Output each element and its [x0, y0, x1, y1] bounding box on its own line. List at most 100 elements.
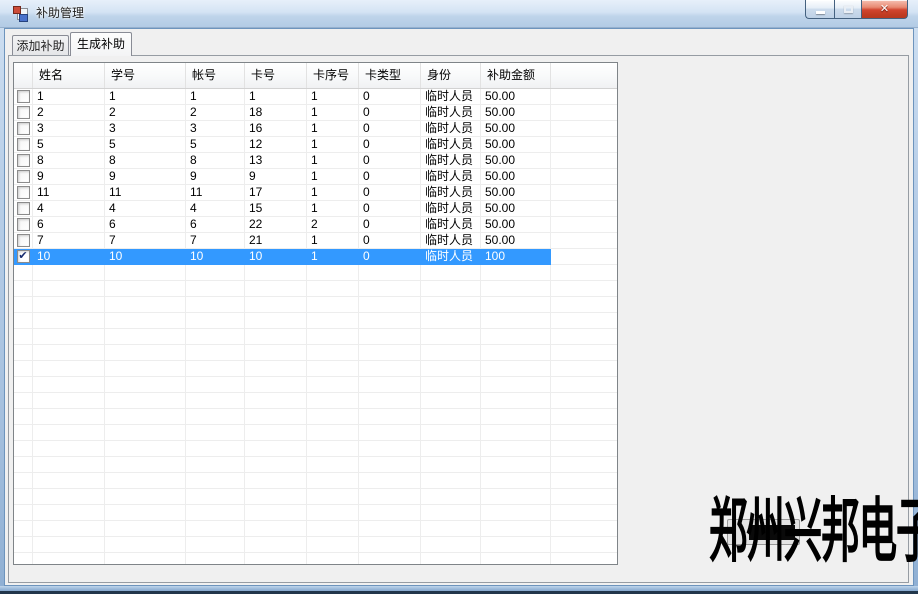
table-cell: 0	[359, 153, 421, 169]
table-row[interactable]: 4441510临时人员50.00	[14, 201, 617, 217]
table-row[interactable]: 3331610临时人员50.00	[14, 121, 617, 137]
row-checkbox[interactable]	[17, 186, 30, 199]
table-row[interactable]: 5551210临时人员50.00	[14, 137, 617, 153]
column-header[interactable]: 补助金额	[481, 63, 551, 88]
empty-cell	[33, 425, 105, 441]
empty-cell	[245, 393, 307, 409]
table-cell: 0	[359, 217, 421, 233]
cell-filler	[551, 393, 617, 409]
table-cell: 临时人员	[421, 217, 481, 233]
column-header[interactable]: 帐号	[186, 63, 245, 88]
empty-cell	[186, 457, 245, 473]
row-checkbox[interactable]	[17, 138, 30, 151]
row-select-cell[interactable]	[14, 169, 33, 185]
empty-cell	[33, 281, 105, 297]
empty-cell	[14, 281, 33, 297]
table-row[interactable]: 7772110临时人员50.00	[14, 233, 617, 249]
empty-cell	[33, 553, 105, 565]
row-checkbox[interactable]	[17, 218, 30, 231]
row-select-cell[interactable]	[14, 217, 33, 233]
cell-filler	[551, 489, 617, 505]
table-cell: 0	[359, 185, 421, 201]
table-cell: 临时人员	[421, 169, 481, 185]
row-checkbox[interactable]	[17, 154, 30, 167]
empty-cell	[245, 409, 307, 425]
empty-cell	[359, 473, 421, 489]
table-cell: 5	[186, 137, 245, 153]
empty-row	[14, 281, 617, 297]
table-row[interactable]: ✔1010101010临时人员100	[14, 249, 617, 265]
table-row[interactable]: 1111111710临时人员50.00	[14, 185, 617, 201]
table-row[interactable]: 111110临时人员50.00	[14, 89, 617, 105]
minimize-button[interactable]	[805, 0, 834, 19]
empty-cell	[421, 377, 481, 393]
row-select-cell[interactable]	[14, 233, 33, 249]
empty-cell	[481, 489, 551, 505]
row-checkbox[interactable]: ✔	[17, 250, 30, 263]
table-row[interactable]: 8881310临时人员50.00	[14, 153, 617, 169]
table-row[interactable]: 6662220临时人员50.00	[14, 217, 617, 233]
empty-cell	[33, 345, 105, 361]
empty-cell	[186, 409, 245, 425]
row-checkbox[interactable]	[17, 122, 30, 135]
row-select-cell[interactable]	[14, 105, 33, 121]
empty-cell	[481, 409, 551, 425]
table-cell: 21	[245, 233, 307, 249]
column-header[interactable]: 身份	[421, 63, 481, 88]
empty-cell	[481, 361, 551, 377]
empty-cell	[14, 521, 33, 537]
empty-cell	[245, 537, 307, 553]
column-header[interactable]: 姓名	[33, 63, 105, 88]
empty-cell	[105, 361, 186, 377]
row-select-cell[interactable]	[14, 121, 33, 137]
cell-filler	[551, 553, 617, 565]
column-header[interactable]: 学号	[105, 63, 186, 88]
cell-filler	[551, 121, 617, 137]
table-cell: 1	[307, 249, 359, 265]
row-select-cell[interactable]	[14, 201, 33, 217]
empty-cell	[186, 393, 245, 409]
row-select-cell[interactable]	[14, 185, 33, 201]
row-select-cell[interactable]: ✔	[14, 249, 33, 265]
row-checkbox[interactable]	[17, 202, 30, 215]
column-header[interactable]: 卡序号	[307, 63, 359, 88]
empty-cell	[186, 473, 245, 489]
row-select-cell[interactable]	[14, 137, 33, 153]
table-cell: 临时人员	[421, 105, 481, 121]
tab-generate-subsidy[interactable]: 生成补助	[70, 32, 132, 56]
row-checkbox[interactable]	[17, 234, 30, 247]
row-checkbox[interactable]	[17, 170, 30, 183]
empty-cell	[105, 489, 186, 505]
table-cell: 50.00	[481, 89, 551, 105]
column-header[interactable]: 卡号	[245, 63, 307, 88]
empty-cell	[359, 281, 421, 297]
close-button[interactable]: ✕	[861, 0, 908, 19]
row-checkbox[interactable]	[17, 106, 30, 119]
empty-row	[14, 409, 617, 425]
row-select-cell[interactable]	[14, 89, 33, 105]
table-row[interactable]: 999910临时人员50.00	[14, 169, 617, 185]
tab-add-subsidy[interactable]: 添加补助	[12, 35, 69, 55]
empty-cell	[481, 441, 551, 457]
empty-cell	[359, 489, 421, 505]
empty-cell	[359, 393, 421, 409]
column-header[interactable]: 卡类型	[359, 63, 421, 88]
cell-filler	[551, 249, 617, 265]
table-cell: 5	[105, 137, 186, 153]
empty-cell	[105, 297, 186, 313]
table-cell: 8	[186, 153, 245, 169]
cell-filler	[551, 409, 617, 425]
empty-cell	[481, 345, 551, 361]
table-cell: 临时人员	[421, 89, 481, 105]
empty-cell	[14, 361, 33, 377]
cell-filler	[551, 201, 617, 217]
empty-cell	[359, 329, 421, 345]
empty-cell	[359, 345, 421, 361]
row-checkbox[interactable]	[17, 90, 30, 103]
empty-row	[14, 553, 617, 565]
row-select-cell[interactable]	[14, 153, 33, 169]
subsidy-data-grid[interactable]: 姓名学号帐号卡号卡序号卡类型身份补助金额 111110临时人员50.002221…	[13, 62, 618, 565]
table-cell: 临时人员	[421, 185, 481, 201]
table-row[interactable]: 2221810临时人员50.00	[14, 105, 617, 121]
maximize-button[interactable]	[834, 0, 861, 19]
